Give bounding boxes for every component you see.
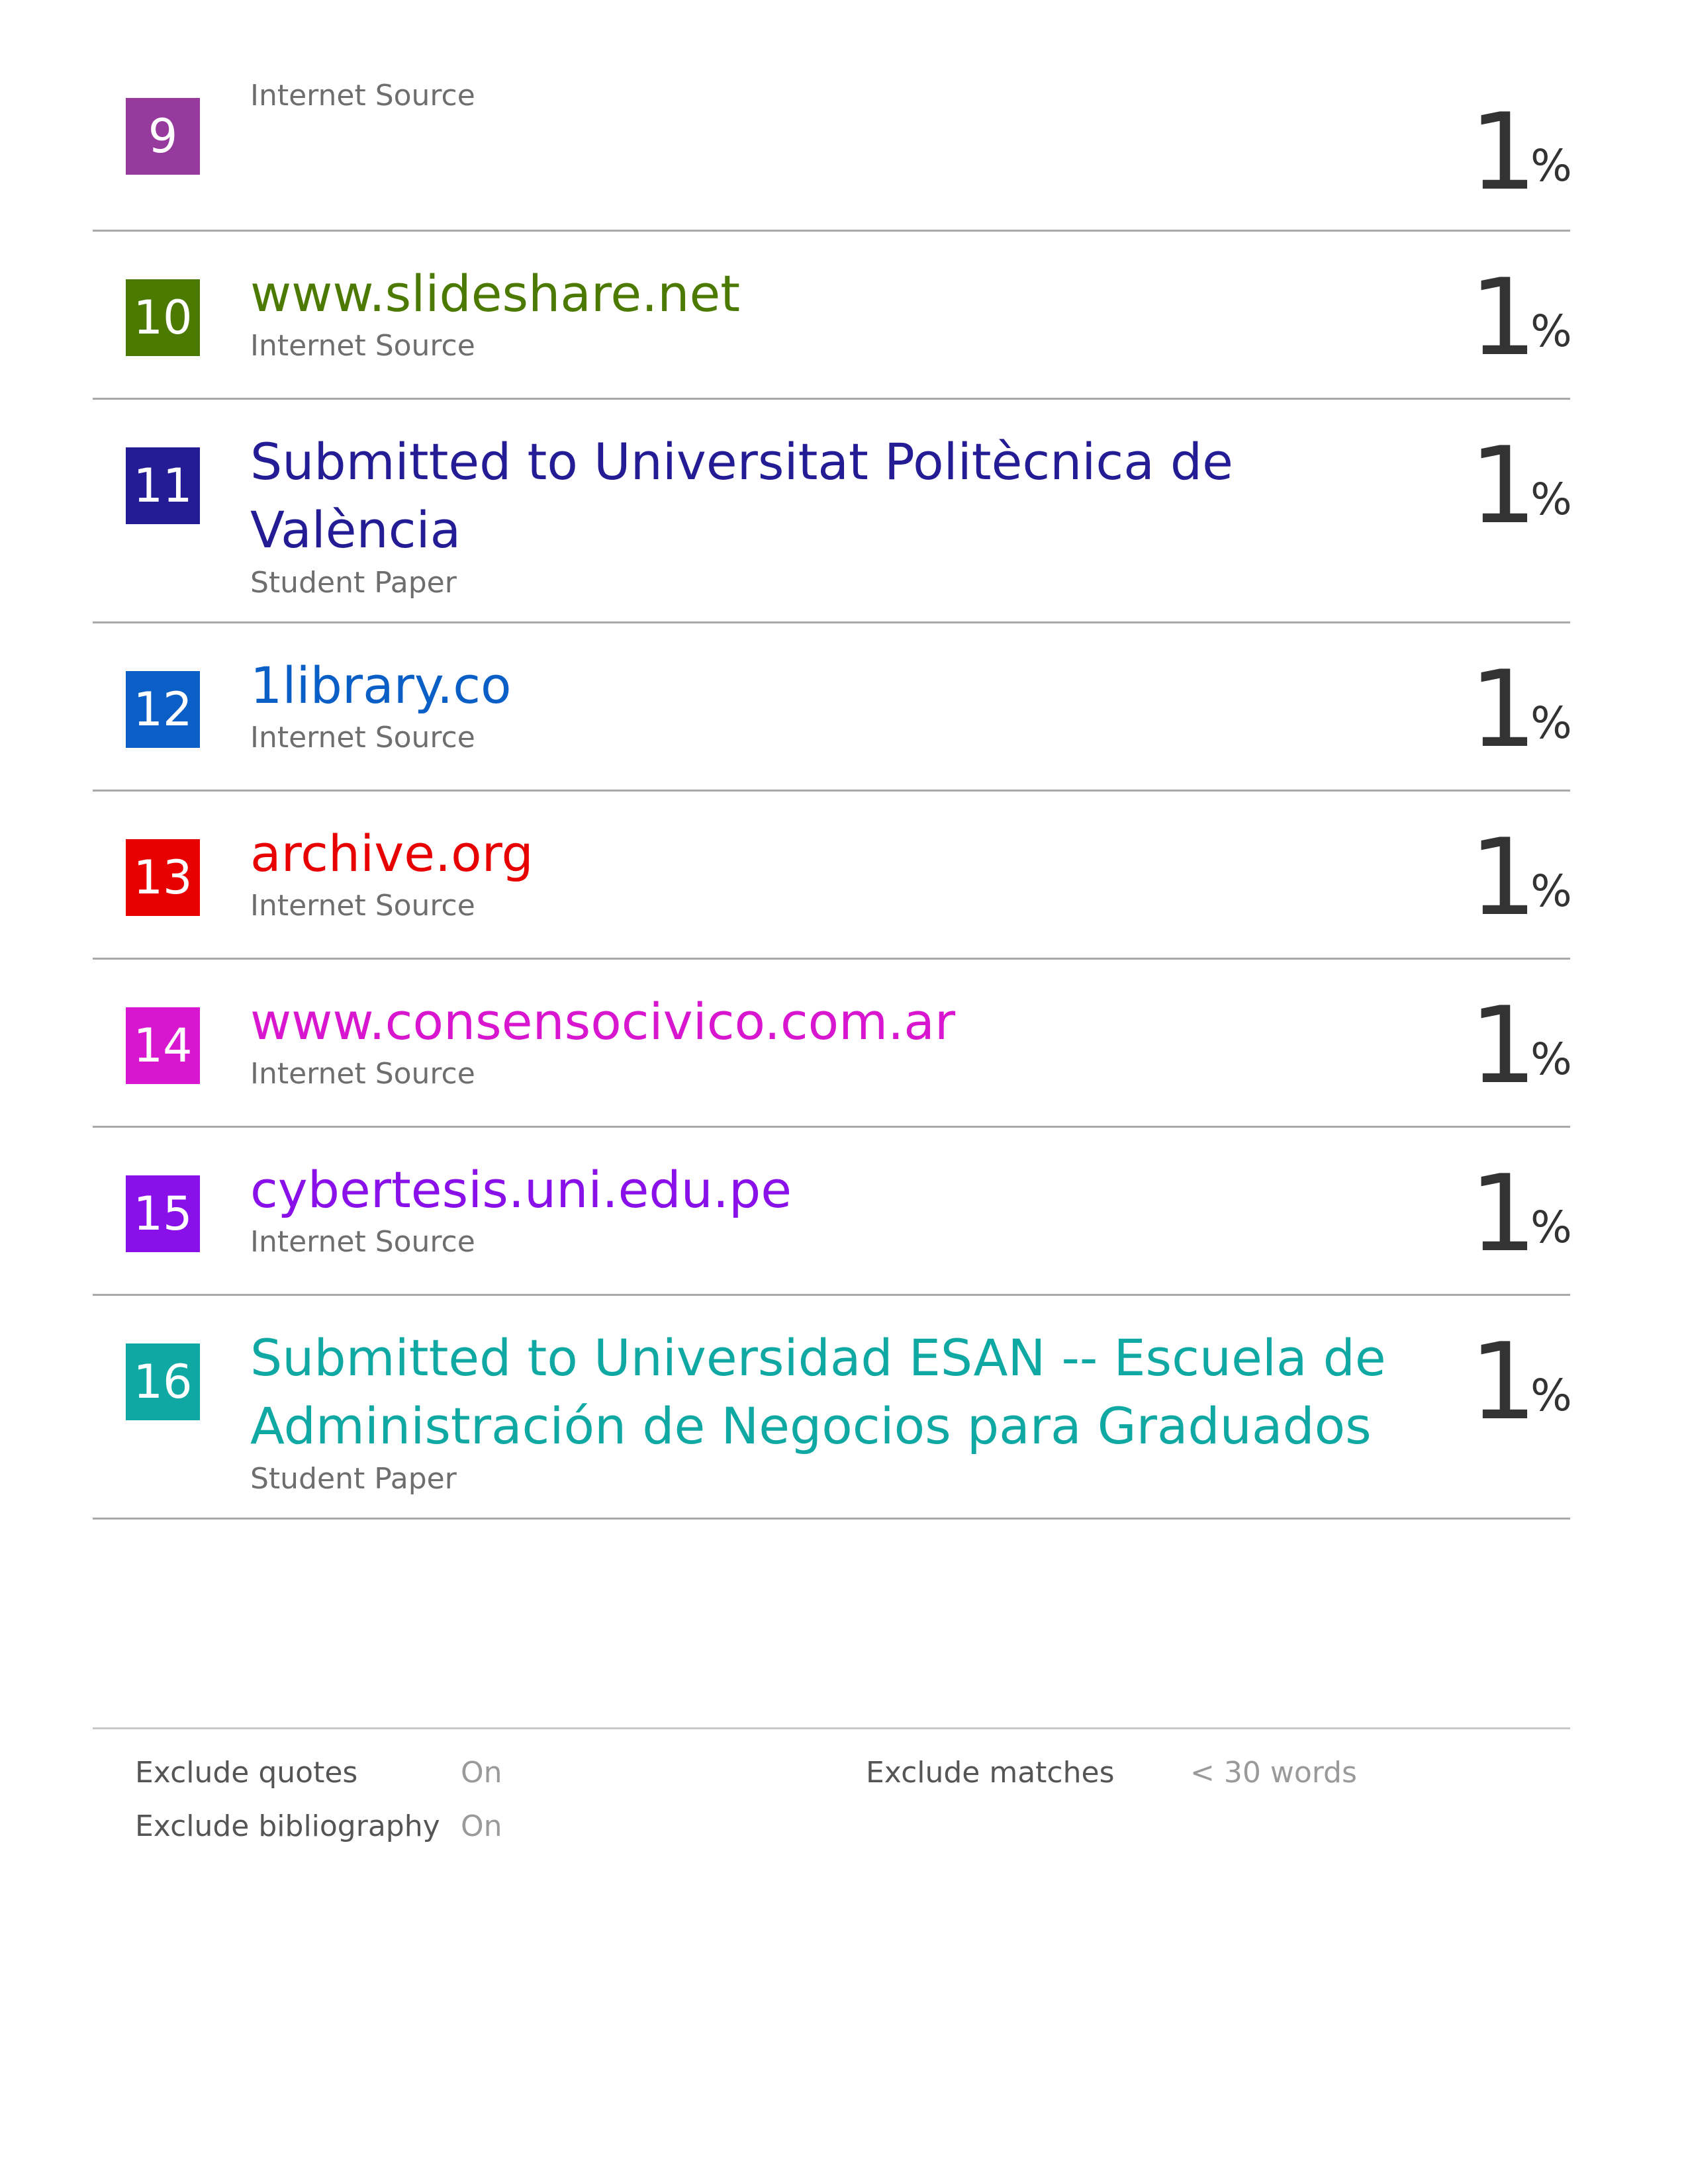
match-percent: 1 <box>1470 1152 1537 1275</box>
percent-sign: % <box>1530 866 1572 917</box>
source-number-badge: 13 <box>126 839 200 916</box>
match-percent: 1 <box>1470 90 1537 214</box>
percent-sign: % <box>1530 474 1572 525</box>
exclude-matches-label: Exclude matches <box>866 1756 1115 1790</box>
percent-sign: % <box>1530 306 1572 357</box>
source-row-11: 11 Submitted to Universitat Politècnica … <box>93 400 1572 623</box>
match-percent: 1 <box>1470 815 1537 939</box>
source-number-badge: 11 <box>126 447 200 524</box>
source-number-badge: 10 <box>126 279 200 356</box>
source-row-12: 12 1library.co Internet Source 1 % <box>93 623 1572 792</box>
source-type: Internet Source <box>250 1057 475 1091</box>
source-name[interactable]: cybertesis.uni.edu.pe <box>250 1156 1442 1224</box>
exclude-matches-value: < 30 words <box>1190 1756 1357 1790</box>
source-row-10: 10 www.slideshare.net Internet Source 1 … <box>93 232 1572 400</box>
source-row-15: 15 cybertesis.uni.edu.pe Internet Source… <box>93 1128 1572 1296</box>
footer-divider <box>93 1727 1570 1729</box>
source-name[interactable]: Submitted to Universidad ESAN -- Escuela… <box>250 1324 1442 1460</box>
source-number-badge: 16 <box>126 1343 200 1420</box>
match-percent: 1 <box>1470 255 1537 379</box>
percent-sign: % <box>1530 1034 1572 1085</box>
exclude-bibliography-label: Exclude bibliography <box>135 1809 440 1843</box>
exclude-bibliography-value: On <box>461 1809 502 1843</box>
source-row-9: 9 Internet Source 1 % <box>93 0 1572 232</box>
exclude-quotes-label: Exclude quotes <box>135 1756 358 1790</box>
exclude-quotes-value: On <box>461 1756 502 1790</box>
source-type: Internet Source <box>250 329 475 363</box>
match-percent: 1 <box>1470 983 1537 1107</box>
source-name[interactable]: archive.org <box>250 819 1442 887</box>
source-name[interactable]: 1library.co <box>250 651 1442 719</box>
source-type: Student Paper <box>250 566 457 600</box>
source-number-badge: 9 <box>126 98 200 175</box>
match-percent: 1 <box>1470 647 1537 771</box>
source-row-13: 13 archive.org Internet Source 1 % <box>93 792 1572 960</box>
percent-sign: % <box>1530 1202 1572 1253</box>
source-row-14: 14 www.consensocivico.com.ar Internet So… <box>93 960 1572 1128</box>
source-type: Internet Source <box>250 889 475 923</box>
source-type: Internet Source <box>250 1225 475 1259</box>
source-name[interactable]: Submitted to Universitat Politècnica de … <box>250 428 1442 564</box>
source-type: Student Paper <box>250 1462 457 1496</box>
source-number-badge: 15 <box>126 1175 200 1252</box>
source-name[interactable]: www.consensocivico.com.ar <box>250 987 1442 1056</box>
source-name[interactable]: www.slideshare.net <box>250 259 1442 328</box>
source-type: Internet Source <box>250 721 475 754</box>
source-number-badge: 12 <box>126 671 200 748</box>
percent-sign: % <box>1530 1370 1572 1421</box>
source-type: Internet Source <box>250 79 475 113</box>
match-percent: 1 <box>1470 424 1537 547</box>
percent-sign: % <box>1530 140 1572 191</box>
source-row-16: 16 Submitted to Universidad ESAN -- Escu… <box>93 1296 1572 1520</box>
percent-sign: % <box>1530 698 1572 749</box>
source-number-badge: 14 <box>126 1007 200 1084</box>
match-percent: 1 <box>1470 1320 1537 1443</box>
